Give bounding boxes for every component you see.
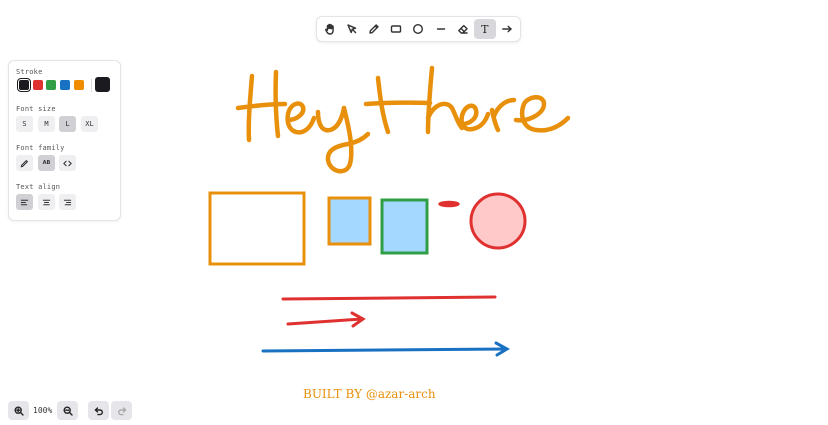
pencil-icon <box>369 24 379 34</box>
font-size-l-button[interactable]: L <box>59 116 76 132</box>
handwriting-hey-there[interactable] <box>235 65 571 174</box>
text-align-right-button[interactable] <box>59 194 76 210</box>
stroke-label: Stroke <box>16 68 43 76</box>
red-arrow[interactable] <box>286 311 366 328</box>
text-icon: T <box>481 22 489 36</box>
align-right-icon <box>63 199 72 205</box>
stroke-swatch-blue[interactable] <box>60 80 70 90</box>
arrow-icon <box>502 25 512 33</box>
hand-icon <box>325 23 334 35</box>
font-family-hand-drawn-button[interactable] <box>16 155 33 171</box>
normal-font-icon: AB <box>42 160 51 166</box>
small-red-dash[interactable] <box>438 200 460 208</box>
undo-button[interactable] <box>88 401 109 420</box>
redo-icon <box>117 406 126 415</box>
blue-arrow[interactable] <box>261 341 511 357</box>
zoom-in-icon <box>13 405 24 416</box>
font-size-label: Font size <box>16 105 56 113</box>
tool-toolbar: T <box>316 16 521 42</box>
tool-select[interactable] <box>341 19 363 39</box>
eraser-icon <box>457 24 468 34</box>
zoom-out-icon <box>62 405 73 416</box>
tool-hand[interactable] <box>319 19 341 39</box>
redo-button[interactable] <box>111 401 132 420</box>
font-size-s-button[interactable]: S <box>16 116 33 132</box>
line-icon <box>436 28 445 30</box>
tool-text[interactable]: T <box>473 19 496 39</box>
tool-line[interactable] <box>430 19 452 39</box>
orange-rectangle[interactable] <box>208 191 306 266</box>
tool-rectangle[interactable] <box>386 19 408 39</box>
code-icon <box>63 160 72 166</box>
text-align-label: Text align <box>16 183 61 191</box>
tool-arrow[interactable] <box>496 19 518 39</box>
tool-eraser[interactable] <box>452 19 474 39</box>
zoom-level: 100% <box>33 406 53 415</box>
align-center-icon <box>42 199 51 205</box>
rectangle-icon <box>391 25 402 33</box>
text-align-center-button[interactable] <box>38 194 55 210</box>
stroke-swatch-green[interactable] <box>46 80 56 90</box>
properties-panel: Stroke Font size S M L XL Font family AB… <box>8 60 121 221</box>
divider <box>91 79 92 92</box>
zoom-in-button[interactable] <box>8 401 29 420</box>
stroke-swatch-orange[interactable] <box>74 80 84 90</box>
red-circle[interactable] <box>469 192 527 250</box>
red-line[interactable] <box>281 295 497 301</box>
green-outlined-rectangle[interactable] <box>380 198 429 255</box>
font-family-code-button[interactable] <box>59 155 76 171</box>
stroke-swatch-black[interactable] <box>17 78 31 92</box>
stroke-swatch-red[interactable] <box>33 80 43 90</box>
built-by-credit[interactable]: BUILT BY @azar-arch <box>303 387 436 401</box>
undo-icon <box>94 406 103 415</box>
font-size-xl-button[interactable]: XL <box>81 116 98 132</box>
circle-icon <box>413 23 424 35</box>
text-align-left-button[interactable] <box>16 194 33 210</box>
font-family-label: Font family <box>16 144 65 152</box>
cursor-icon <box>347 24 357 34</box>
zoom-out-button[interactable] <box>57 401 78 420</box>
drawing-canvas[interactable] <box>0 0 828 425</box>
align-left-icon <box>20 199 29 205</box>
font-family-normal-button[interactable]: AB <box>38 155 55 171</box>
custom-color-picker[interactable] <box>95 77 110 92</box>
font-size-m-button[interactable]: M <box>38 116 55 132</box>
hand-drawn-icon <box>20 159 29 167</box>
tool-ellipse[interactable] <box>408 19 430 39</box>
tool-draw[interactable] <box>363 19 385 39</box>
blue-filled-rectangle[interactable] <box>327 196 372 246</box>
